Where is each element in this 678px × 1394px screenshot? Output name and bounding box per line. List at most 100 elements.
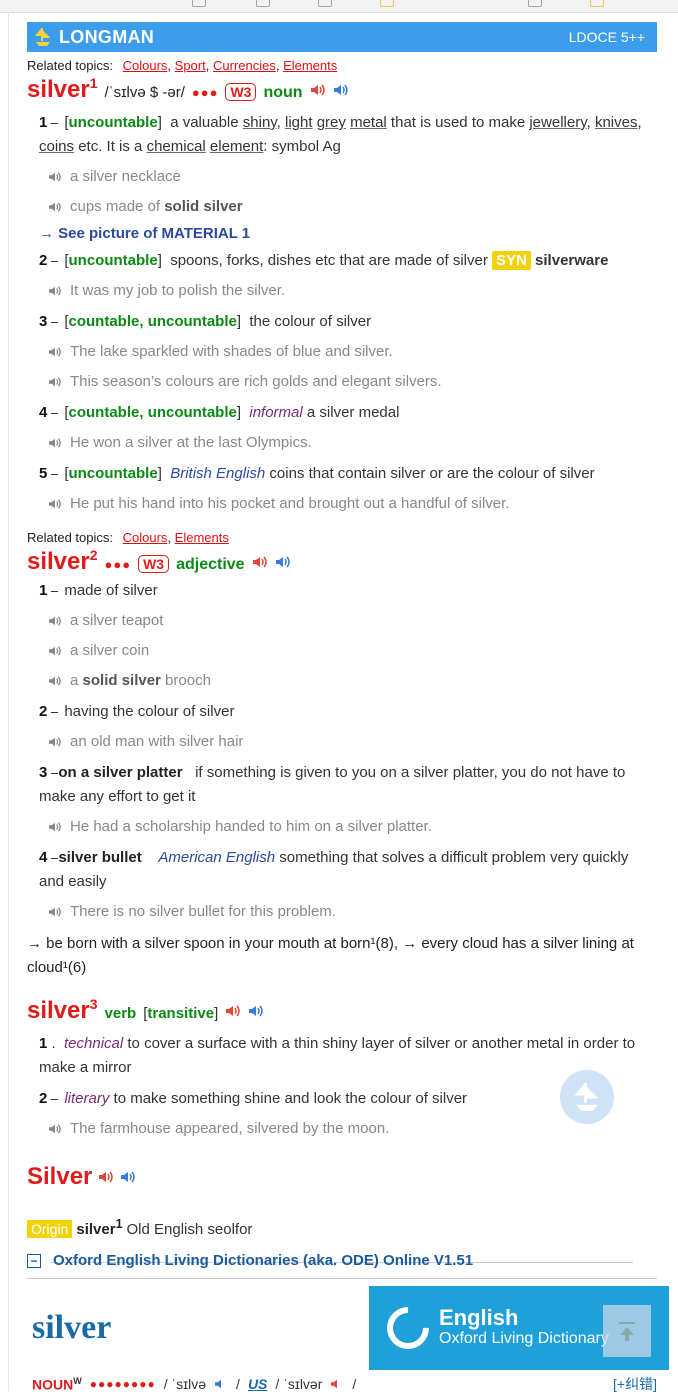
toolbar-icon[interactable]: [528, 0, 542, 7]
divider: [27, 1278, 657, 1279]
example-speaker-icon[interactable]: [48, 201, 62, 213]
example-speaker-icon[interactable]: [48, 171, 62, 183]
origin-tag: Origin: [27, 1220, 73, 1238]
example: a solid silver brooch: [48, 669, 657, 693]
example-speaker-icon[interactable]: [48, 498, 62, 510]
pronunciation: /ˈsɪlvə $ -ər/: [104, 84, 185, 101]
dictionary-content: LONGMAN LDOCE 5++ Related topics: Colour…: [27, 22, 657, 1263]
sense: 1 [uncountable] a valuable shiny, light g…: [39, 114, 642, 155]
example: The farmhouse appeared, silvered by the …: [48, 1117, 657, 1141]
example: He won a silver at the last Olympics.: [48, 431, 657, 455]
ship-watermark-icon: [560, 1070, 614, 1124]
oed-headword: silver: [32, 1309, 112, 1346]
oed-pos-line: NOUNW ●●●●●●●● / ˈsɪlvə / US / ˈsɪlvər /…: [32, 1376, 657, 1393]
scroll-to-top-button[interactable]: [603, 1305, 651, 1357]
example: The lake sparkled with shades of blue an…: [48, 340, 657, 364]
example-speaker-icon[interactable]: [48, 437, 62, 449]
entry-header: silver1 /ˈsɪlvə $ -ər/ ●●● W3 noun: [27, 75, 657, 104]
speaker-uk-icon[interactable]: [310, 83, 326, 97]
topic-link[interactable]: Elements: [175, 530, 229, 545]
example-speaker-icon[interactable]: [48, 285, 62, 297]
example: a silver necklace: [48, 165, 657, 189]
example-speaker-icon[interactable]: [48, 346, 62, 358]
oed-pos: NOUNW: [32, 1376, 82, 1393]
related-topics: Related topics: Colours, Elements: [27, 530, 229, 545]
part-of-speech: verb: [104, 1005, 137, 1022]
sense: 3 on a silver platter if something is giv…: [39, 764, 626, 805]
report-error-link[interactable]: [+纠错]: [613, 1374, 657, 1394]
topic-link[interactable]: Sport: [175, 58, 206, 73]
speaker-us-icon[interactable]: [120, 1170, 136, 1184]
oed-title: Oxford English Living Dictionaries (aka.…: [53, 1252, 474, 1269]
entry-header: silver3 verb [transitive]: [27, 996, 657, 1025]
example: a silver teapot: [48, 609, 657, 633]
example: There is no silver bullet for this probl…: [48, 900, 657, 924]
star-icon[interactable]: [590, 0, 604, 7]
example-speaker-icon[interactable]: [48, 1123, 62, 1135]
example: He had a scholarship handed to him on a …: [48, 815, 657, 839]
browser-toolbar-strip: [0, 0, 678, 13]
part-of-speech: adjective: [176, 556, 245, 573]
brand-name: LONGMAN: [59, 26, 155, 47]
sense: 4 silver bullet American English somethin…: [39, 849, 629, 890]
headword: Silver: [27, 1163, 93, 1190]
speaker-uk-icon[interactable]: [98, 1170, 114, 1184]
example: He put his hand into his pocket and brou…: [48, 492, 657, 516]
longman-header: LONGMAN LDOCE 5++: [27, 22, 657, 52]
collapse-toggle[interactable]: −: [27, 1253, 41, 1268]
simple-entry-header: Silver: [27, 1163, 657, 1191]
speaker-uk-icon[interactable]: [214, 1378, 228, 1390]
headword: silver2: [27, 547, 98, 575]
topic-link[interactable]: Currencies: [213, 58, 276, 73]
runon-crossrefs[interactable]: → be born with a silver spoon in your mo…: [27, 932, 657, 980]
example: cups made of solid silver: [48, 195, 657, 219]
sense: 3 [countable, uncountable] the colour of …: [39, 313, 372, 330]
sense: 5 [uncountable] British English coins tha…: [39, 465, 595, 482]
origin-word: silver1: [76, 1217, 123, 1238]
sense: 1 . technical to cover a surface with a …: [39, 1035, 636, 1076]
frequency-badge: W3: [225, 83, 257, 101]
ship-logo-icon: [34, 28, 51, 46]
left-border: [8, 12, 9, 1391]
syn-badge: SYN: [492, 251, 531, 270]
arrow-up-icon: [619, 1322, 635, 1341]
frequency-badge: W3: [138, 555, 170, 573]
headword: silver1: [27, 75, 98, 103]
see-picture-link[interactable]: → See picture of MATERIAL 1: [39, 225, 657, 242]
speaker-us-icon[interactable]: [248, 1004, 264, 1018]
example: This season’s colours are rich golds and…: [48, 370, 657, 394]
toolbar-icon[interactable]: [192, 0, 206, 7]
oed-frequency: ●●●●●●●●: [89, 1377, 156, 1392]
topic-link[interactable]: Colours: [123, 530, 168, 545]
example-speaker-icon[interactable]: [48, 675, 62, 687]
example-speaker-icon[interactable]: [48, 821, 62, 833]
speaker-uk-icon[interactable]: [252, 555, 268, 569]
frequency-dots: ●●●: [191, 85, 219, 100]
toolbar-icon[interactable]: [318, 0, 332, 7]
part-of-speech: noun: [263, 84, 303, 101]
grammar-label: transitive: [147, 1005, 215, 1022]
dictionary-version: LDOCE 5++: [568, 29, 645, 45]
example-speaker-icon[interactable]: [48, 376, 62, 388]
example-speaker-icon[interactable]: [48, 906, 62, 918]
sense: 2 having the colour of silver: [39, 703, 235, 720]
example-speaker-icon[interactable]: [48, 615, 62, 627]
toolbar-icon[interactable]: [380, 0, 394, 7]
oxford-ring-icon: [378, 1298, 438, 1358]
speaker-us-icon[interactable]: [275, 555, 291, 569]
frequency-dots: ●●●: [104, 557, 132, 572]
example: It was my job to polish the silver.: [48, 279, 657, 303]
topic-link[interactable]: Elements: [283, 58, 337, 73]
topic-link[interactable]: Colours: [123, 58, 168, 73]
entry-header: silver2 ●●● W3 adjective: [27, 547, 657, 576]
oed-section-header[interactable]: − Oxford English Living Dictionaries (ak…: [27, 1252, 657, 1269]
example-speaker-icon[interactable]: [48, 645, 62, 657]
example: a silver coin: [48, 639, 657, 663]
speaker-us-icon[interactable]: [333, 83, 349, 97]
example-speaker-icon[interactable]: [48, 736, 62, 748]
toolbar-icon[interactable]: [256, 0, 270, 7]
speaker-us-icon[interactable]: [330, 1378, 344, 1390]
speaker-uk-icon[interactable]: [225, 1004, 241, 1018]
oxford-banner: silver English Oxford Living Dictionary: [32, 1286, 669, 1370]
sense: 2 [uncountable] spoons, forks, dishes etc…: [39, 251, 609, 270]
